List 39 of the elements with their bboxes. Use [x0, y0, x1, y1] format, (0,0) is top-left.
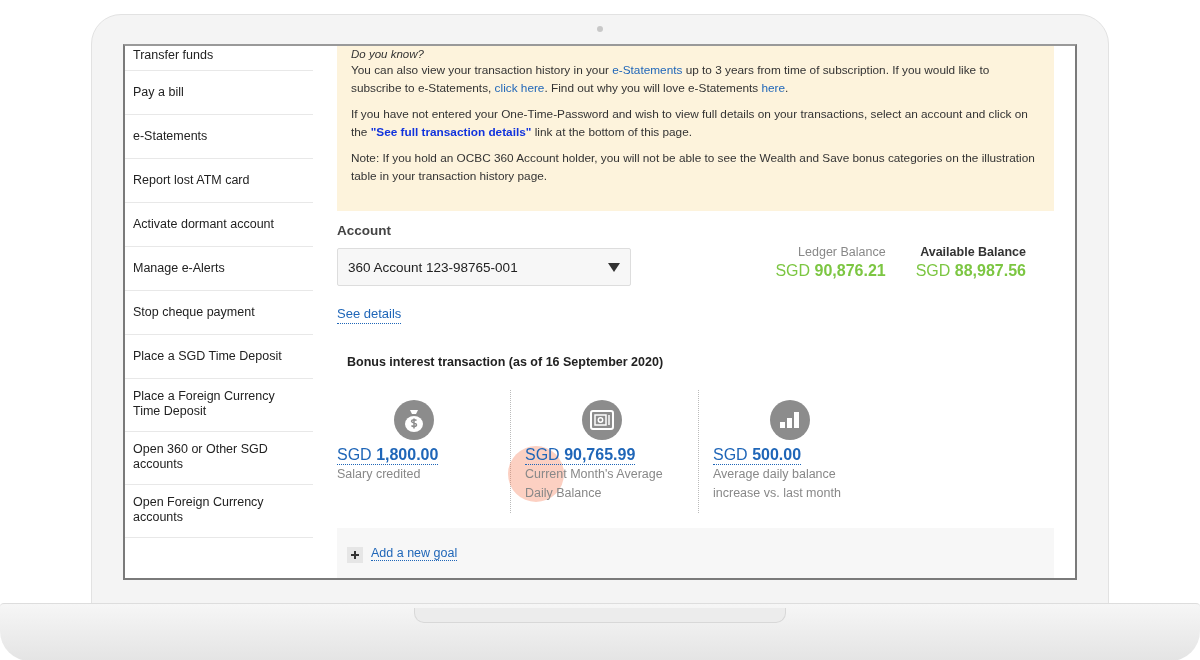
sidebar-item[interactable]: Stop cheque payment: [125, 291, 313, 335]
sidebar-item[interactable]: Open Foreign Currency accounts: [125, 485, 313, 538]
sidebar-item[interactable]: Transfer funds: [125, 46, 313, 71]
notice-paragraph: Note: If you hold an OCBC 360 Account holder, you will not be able to see the Wealth and Save bonus categories on the illustration table in your transaction history page.: [351, 150, 1036, 185]
text-link[interactable]: "See full transaction details": [370, 125, 532, 139]
sidebar-item[interactable]: Place a SGD Time Deposit: [125, 335, 313, 379]
account-label: Account: [337, 223, 392, 238]
see-details-link[interactable]: See details: [337, 306, 402, 324]
sidebar-item[interactable]: Manage e-Alerts: [125, 247, 313, 291]
caret-icon: [608, 262, 620, 272]
bonus-caption: Salary credited: [337, 466, 422, 483]
sidebar-item[interactable]: Place a Foreign Currency Time Deposit: [125, 379, 313, 432]
text-link[interactable]: here: [761, 81, 786, 95]
bonus-amount: SGD 1,800.00: [337, 446, 439, 465]
sidebar-item[interactable]: Open 360 or Other SGD accounts: [125, 432, 313, 485]
add-goal-link[interactable]: Add a new goal: [371, 546, 458, 561]
notice-paragraph: You can also view your transaction history in your e-Statements up to 3 years from time of subscription. If you would like to subscribe to e-Statements, click here. Find out why you will love e-Statements here.: [351, 62, 991, 97]
camera-icon: [597, 26, 603, 32]
money-bag-icon: [393, 400, 434, 440]
notice-heading: Do you know?: [351, 47, 425, 61]
balance-amount: SGD 88,987.56: [915, 262, 1026, 280]
plus-icon: [347, 547, 363, 563]
bonus-title: Bonus interest transaction (as of 16 September 2020): [347, 355, 665, 369]
text-link[interactable]: e-Statements: [612, 63, 683, 77]
balance-label: Ledger Balance: [797, 245, 886, 259]
balance-label: Available Balance: [919, 245, 1026, 259]
bonus-amount: SGD 500.00: [713, 446, 802, 465]
bonus-caption: Average daily balance increase vs. last month: [713, 466, 842, 502]
bonus-amount: SGD 90,765.99: [525, 446, 636, 465]
sidebar-item[interactable]: Activate dormant account: [125, 203, 313, 247]
sidebar-item[interactable]: e-Statements: [125, 115, 313, 159]
notice-paragraph: If you have not entered your One-Time-Password and wish to view full details on your transactions, select an account and click on the "See full transaction details" link at the bottom of this page.: [351, 106, 1029, 141]
balance-amount: SGD 90,876.21: [775, 262, 886, 280]
bar-chart-icon: [769, 400, 810, 440]
sidebar-item[interactable]: Pay a bill: [125, 71, 313, 115]
safe-icon: [581, 400, 622, 440]
bonus-caption: Current Month's Average Daily Balance: [525, 466, 664, 502]
sidebar-item[interactable]: Report lost ATM card: [125, 159, 313, 203]
account-dropdown[interactable]: 360 Account 123-98765-001: [337, 248, 631, 286]
